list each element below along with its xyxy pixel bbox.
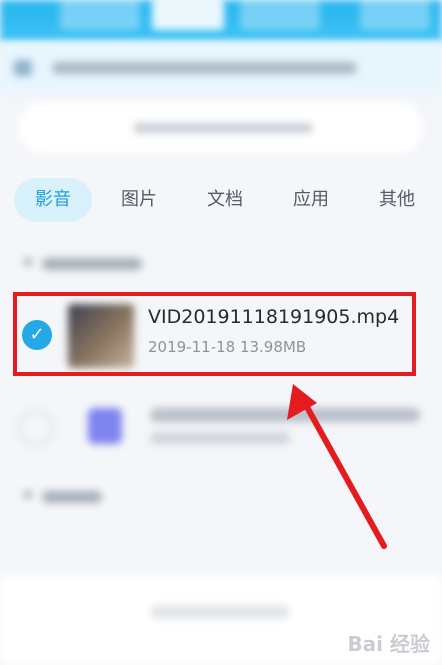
watermark: Bai 经验 [347, 632, 430, 656]
red-arrow-annotation [287, 384, 387, 549]
